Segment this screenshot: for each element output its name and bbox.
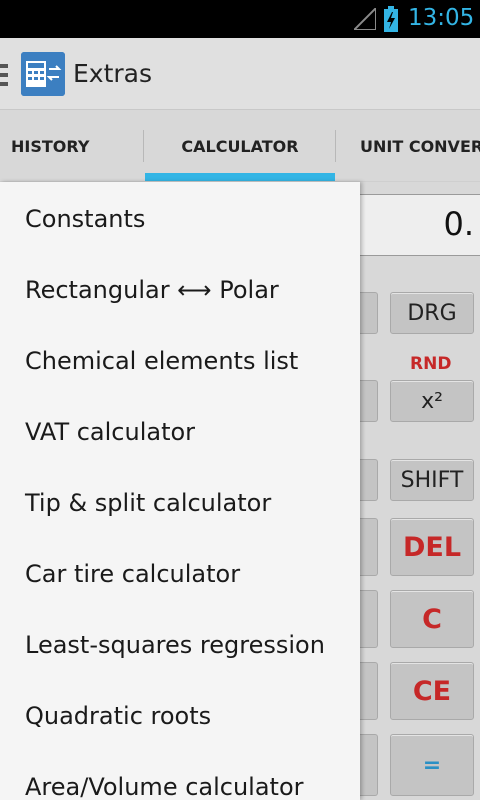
drawer-menu-icon[interactable] [0, 64, 10, 86]
drawer-item-vat-calculator[interactable]: VAT calculator [0, 396, 360, 467]
clear-key[interactable]: C [390, 590, 474, 648]
signal-icon [354, 8, 376, 30]
square-key[interactable]: x² [390, 380, 474, 422]
extras-drawer: Constants Rectangular ⟷ Polar Chemical e… [0, 182, 360, 800]
tab-history[interactable]: HISTORY [0, 110, 96, 182]
calculator-display: 0. [340, 194, 480, 256]
rnd-label: RND [410, 354, 452, 374]
drawer-item-area-volume[interactable]: Area/Volume calculator [0, 751, 360, 800]
drawer-item-car-tire[interactable]: Car tire calculator [0, 538, 360, 609]
drawer-item-constants[interactable]: Constants [0, 183, 360, 254]
tab-bar: HISTORY CALCULATOR UNIT CONVERT [0, 110, 480, 182]
shift-key[interactable]: SHIFT [390, 459, 474, 501]
drawer-item-quadratic-roots[interactable]: Quadratic roots [0, 680, 360, 751]
display-value: 0. [443, 205, 474, 243]
drg-key[interactable]: DRG [390, 292, 474, 334]
drawer-item-chemical-elements[interactable]: Chemical elements list [0, 325, 360, 396]
clock: 13:05 [408, 5, 475, 31]
equals-key[interactable]: = [390, 734, 474, 796]
status-bar: 13:05 [0, 0, 480, 38]
drawer-item-least-squares[interactable]: Least-squares regression [0, 609, 360, 680]
tab-unit-convert[interactable]: UNIT CONVERT [336, 110, 480, 182]
battery-charging-icon [384, 6, 398, 32]
clear-entry-key[interactable]: CE [390, 662, 474, 720]
tab-divider [143, 130, 144, 162]
tab-selected-indicator [145, 173, 335, 181]
page-title: Extras [73, 59, 153, 88]
del-key[interactable]: DEL [390, 518, 474, 576]
drawer-item-rectangular-polar[interactable]: Rectangular ⟷ Polar [0, 254, 360, 325]
drawer-item-tip-split[interactable]: Tip & split calculator [0, 467, 360, 538]
tab-calculator[interactable]: CALCULATOR [145, 110, 335, 182]
action-bar: Extras [0, 38, 480, 110]
calculator-convert-icon[interactable] [21, 52, 65, 96]
